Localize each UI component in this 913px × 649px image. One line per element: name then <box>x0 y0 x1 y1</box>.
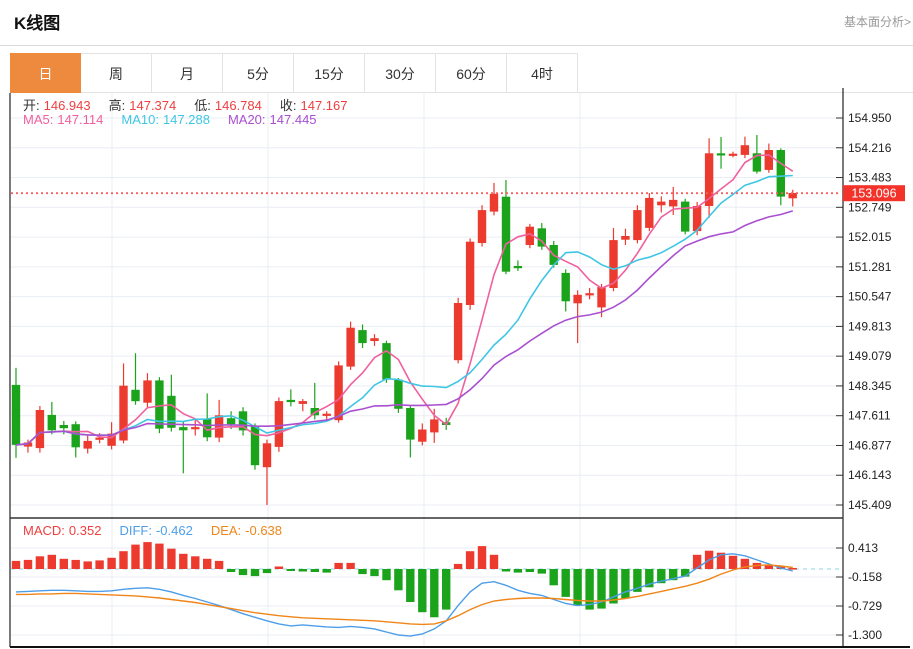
svg-text:-1.300: -1.300 <box>848 628 882 642</box>
svg-text:145.409: 145.409 <box>848 498 892 512</box>
svg-text:146.877: 146.877 <box>848 438 892 452</box>
svg-text:146.143: 146.143 <box>848 468 892 482</box>
last-price-badge: 153.096 <box>843 185 905 202</box>
kline-app: K线图 基本面分析> 日周月 5分 15分 30分 60分 4时 154.950 154.2… <box>0 0 913 649</box>
legend-ma-ma5: MA5: 147.114 <box>23 112 104 127</box>
svg-text:152.749: 152.749 <box>848 200 892 214</box>
ma5-line <box>15 154 794 446</box>
legend-ma-ma20: MA20: 147.445 <box>227 112 317 127</box>
ma20-line <box>15 210 794 446</box>
svg-text:154.950: 154.950 <box>848 111 892 125</box>
legend-macd-dea: DEA: -0.638 <box>210 523 283 538</box>
svg-text:-0.729: -0.729 <box>848 599 882 613</box>
svg-text:154.216: 154.216 <box>848 141 892 155</box>
svg-text:153.483: 153.483 <box>848 171 892 185</box>
svg-text:148.345: 148.345 <box>848 379 892 393</box>
legend-macd-macd: MACD: 0.352 <box>23 523 102 538</box>
svg-text:151.281: 151.281 <box>848 260 892 274</box>
svg-text:150.547: 150.547 <box>848 290 892 304</box>
macd-legend: MACD: 0.352 DIFF: -0.462 DEA: -0.638 <box>23 523 300 538</box>
legend-macd-diff: DIFF: -0.462 <box>119 523 193 538</box>
svg-text:-0.158: -0.158 <box>848 570 882 584</box>
svg-text:153.096: 153.096 <box>851 187 896 201</box>
svg-text:149.079: 149.079 <box>848 349 892 363</box>
svg-text:147.611: 147.611 <box>848 409 891 423</box>
candlesticks <box>11 135 797 505</box>
svg-text:152.015: 152.015 <box>848 230 892 244</box>
svg-text:149.813: 149.813 <box>848 319 892 333</box>
ma-legend: MA5: 147.114 MA10: 147.288 MA20: 147.445 <box>23 112 335 127</box>
legend-ma-ma10: MA10: 147.288 <box>121 112 210 127</box>
svg-text:0.413: 0.413 <box>848 541 878 555</box>
